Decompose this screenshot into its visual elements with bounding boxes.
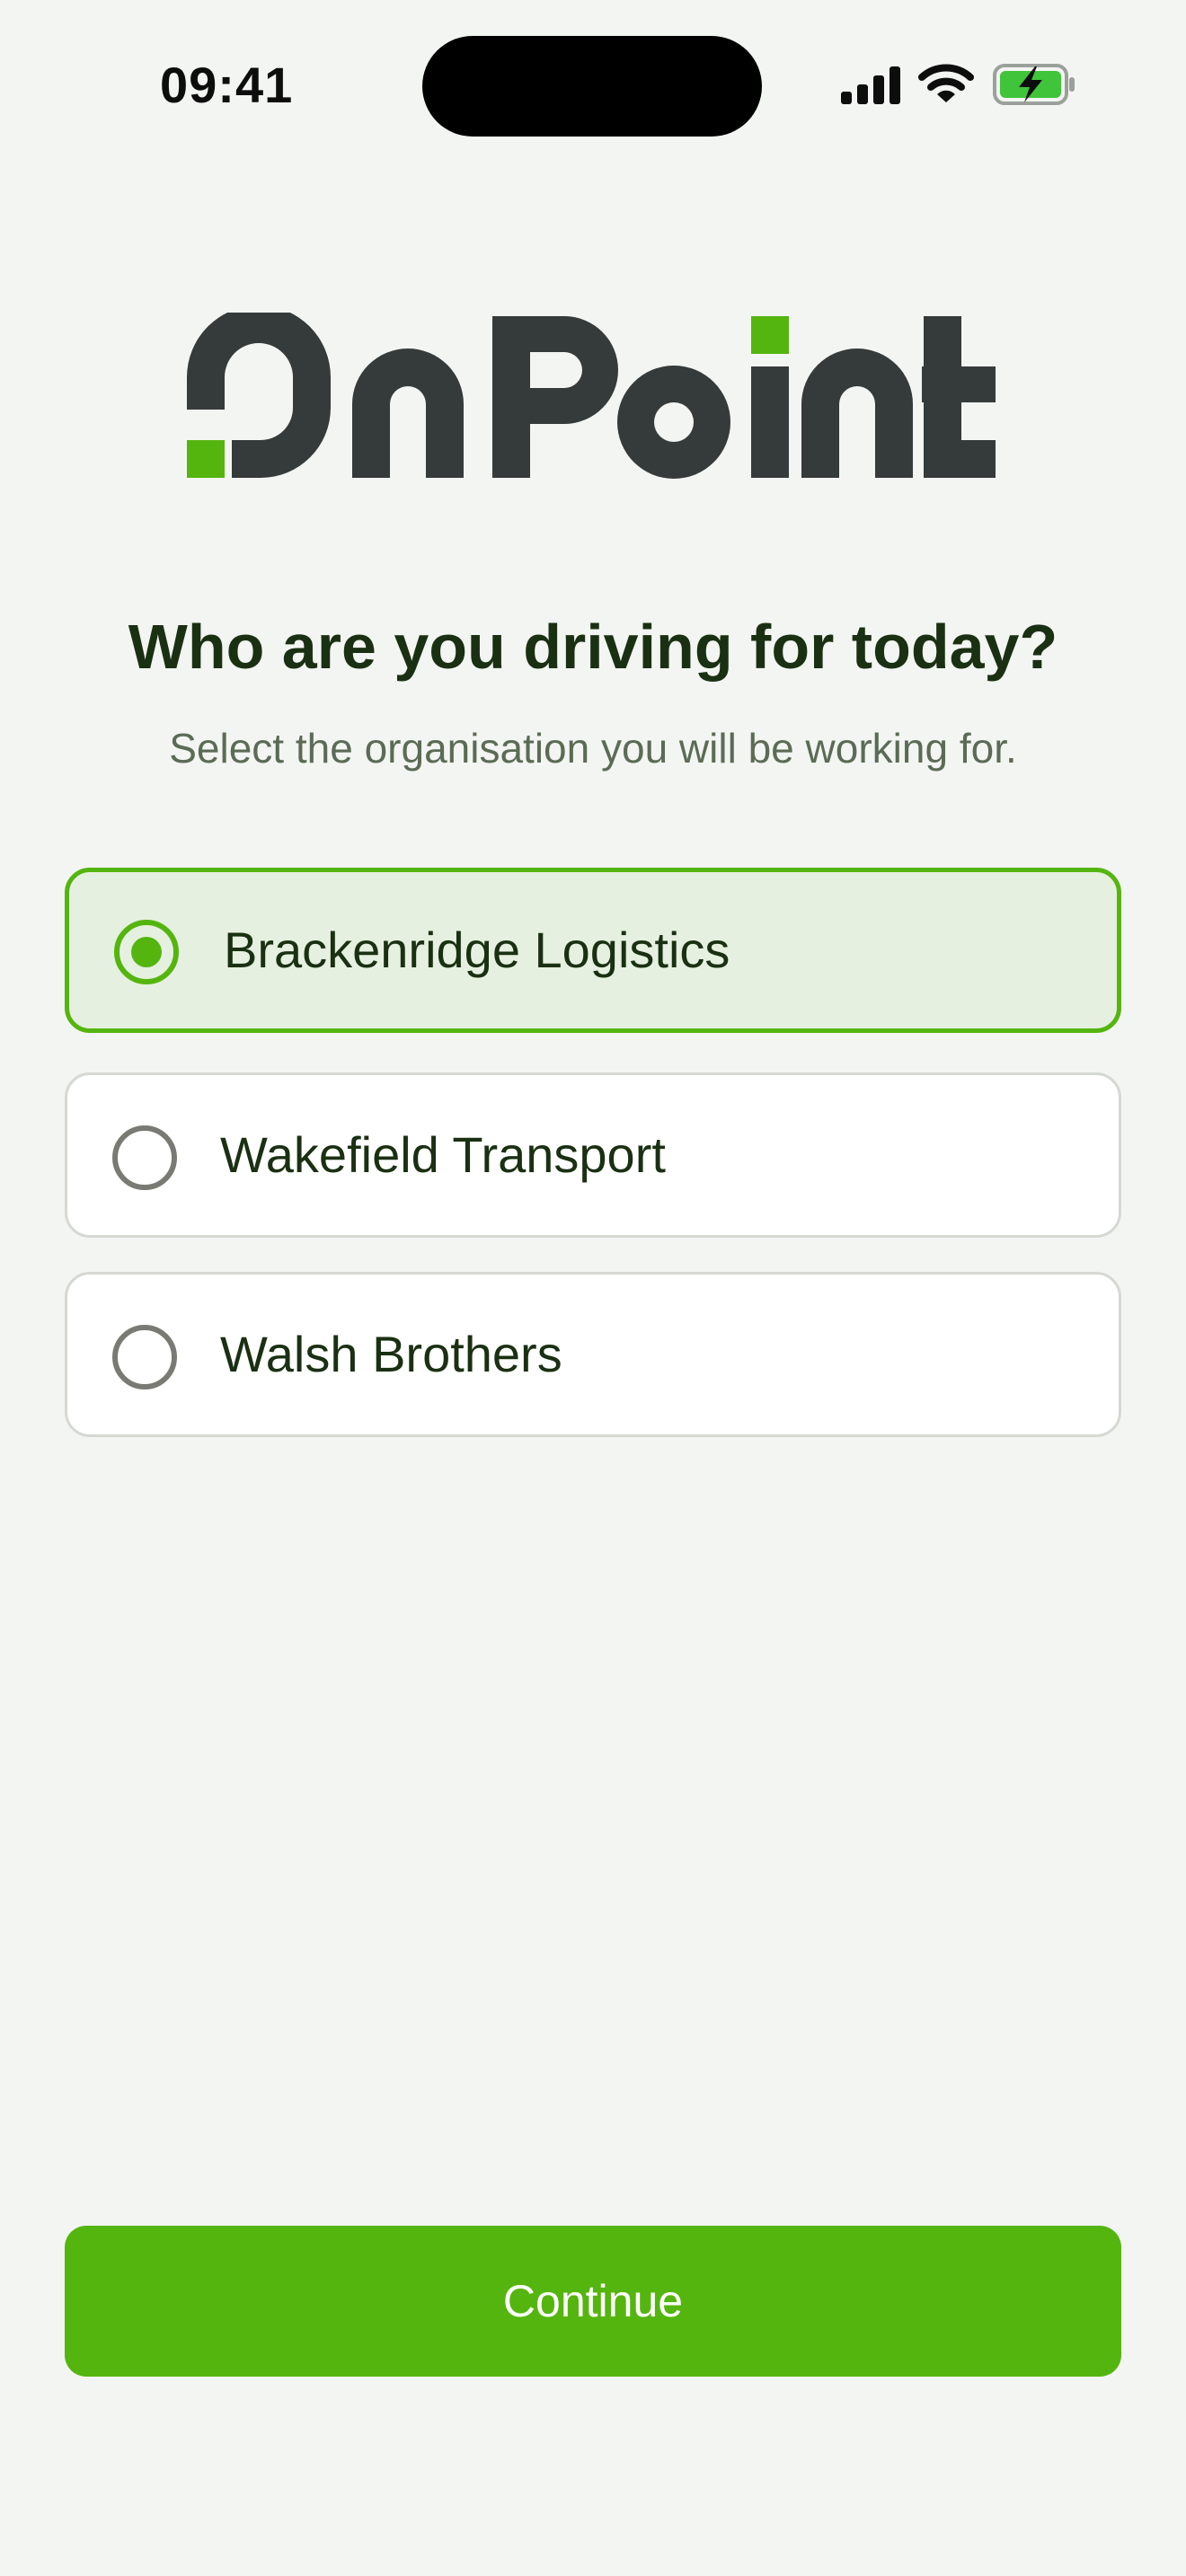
organisation-option-walsh-brothers[interactable]: Walsh Brothers (65, 1272, 1121, 1437)
radio-unselected-icon (112, 1325, 177, 1389)
organisation-option-wakefield-transport[interactable]: Wakefield Transport (65, 1072, 1121, 1238)
organisation-label: Wakefield Transport (220, 1126, 666, 1183)
radio-unselected-icon (112, 1125, 177, 1190)
organisation-option-brackenridge-logistics[interactable]: Brackenridge Logistics (65, 868, 1121, 1033)
continue-button[interactable]: Continue (65, 2226, 1121, 2377)
page-subtitle: Select the organisation you will be work… (169, 725, 1017, 772)
page-title: Who are you driving for today? (128, 612, 1058, 682)
status-bar: 09:41 (0, 0, 1186, 171)
wifi-icon (918, 64, 974, 102)
radio-selected-icon (114, 920, 179, 984)
dynamic-island (422, 36, 762, 137)
radio-dot (131, 937, 162, 967)
battery-charging-icon (993, 64, 1075, 105)
organisation-label: Brackenridge Logistics (224, 922, 730, 978)
organisation-label: Walsh Brothers (220, 1326, 562, 1382)
status-time: 09:41 (160, 57, 294, 113)
signal-bars-icon (841, 66, 900, 104)
onpoint-logo (187, 313, 996, 479)
